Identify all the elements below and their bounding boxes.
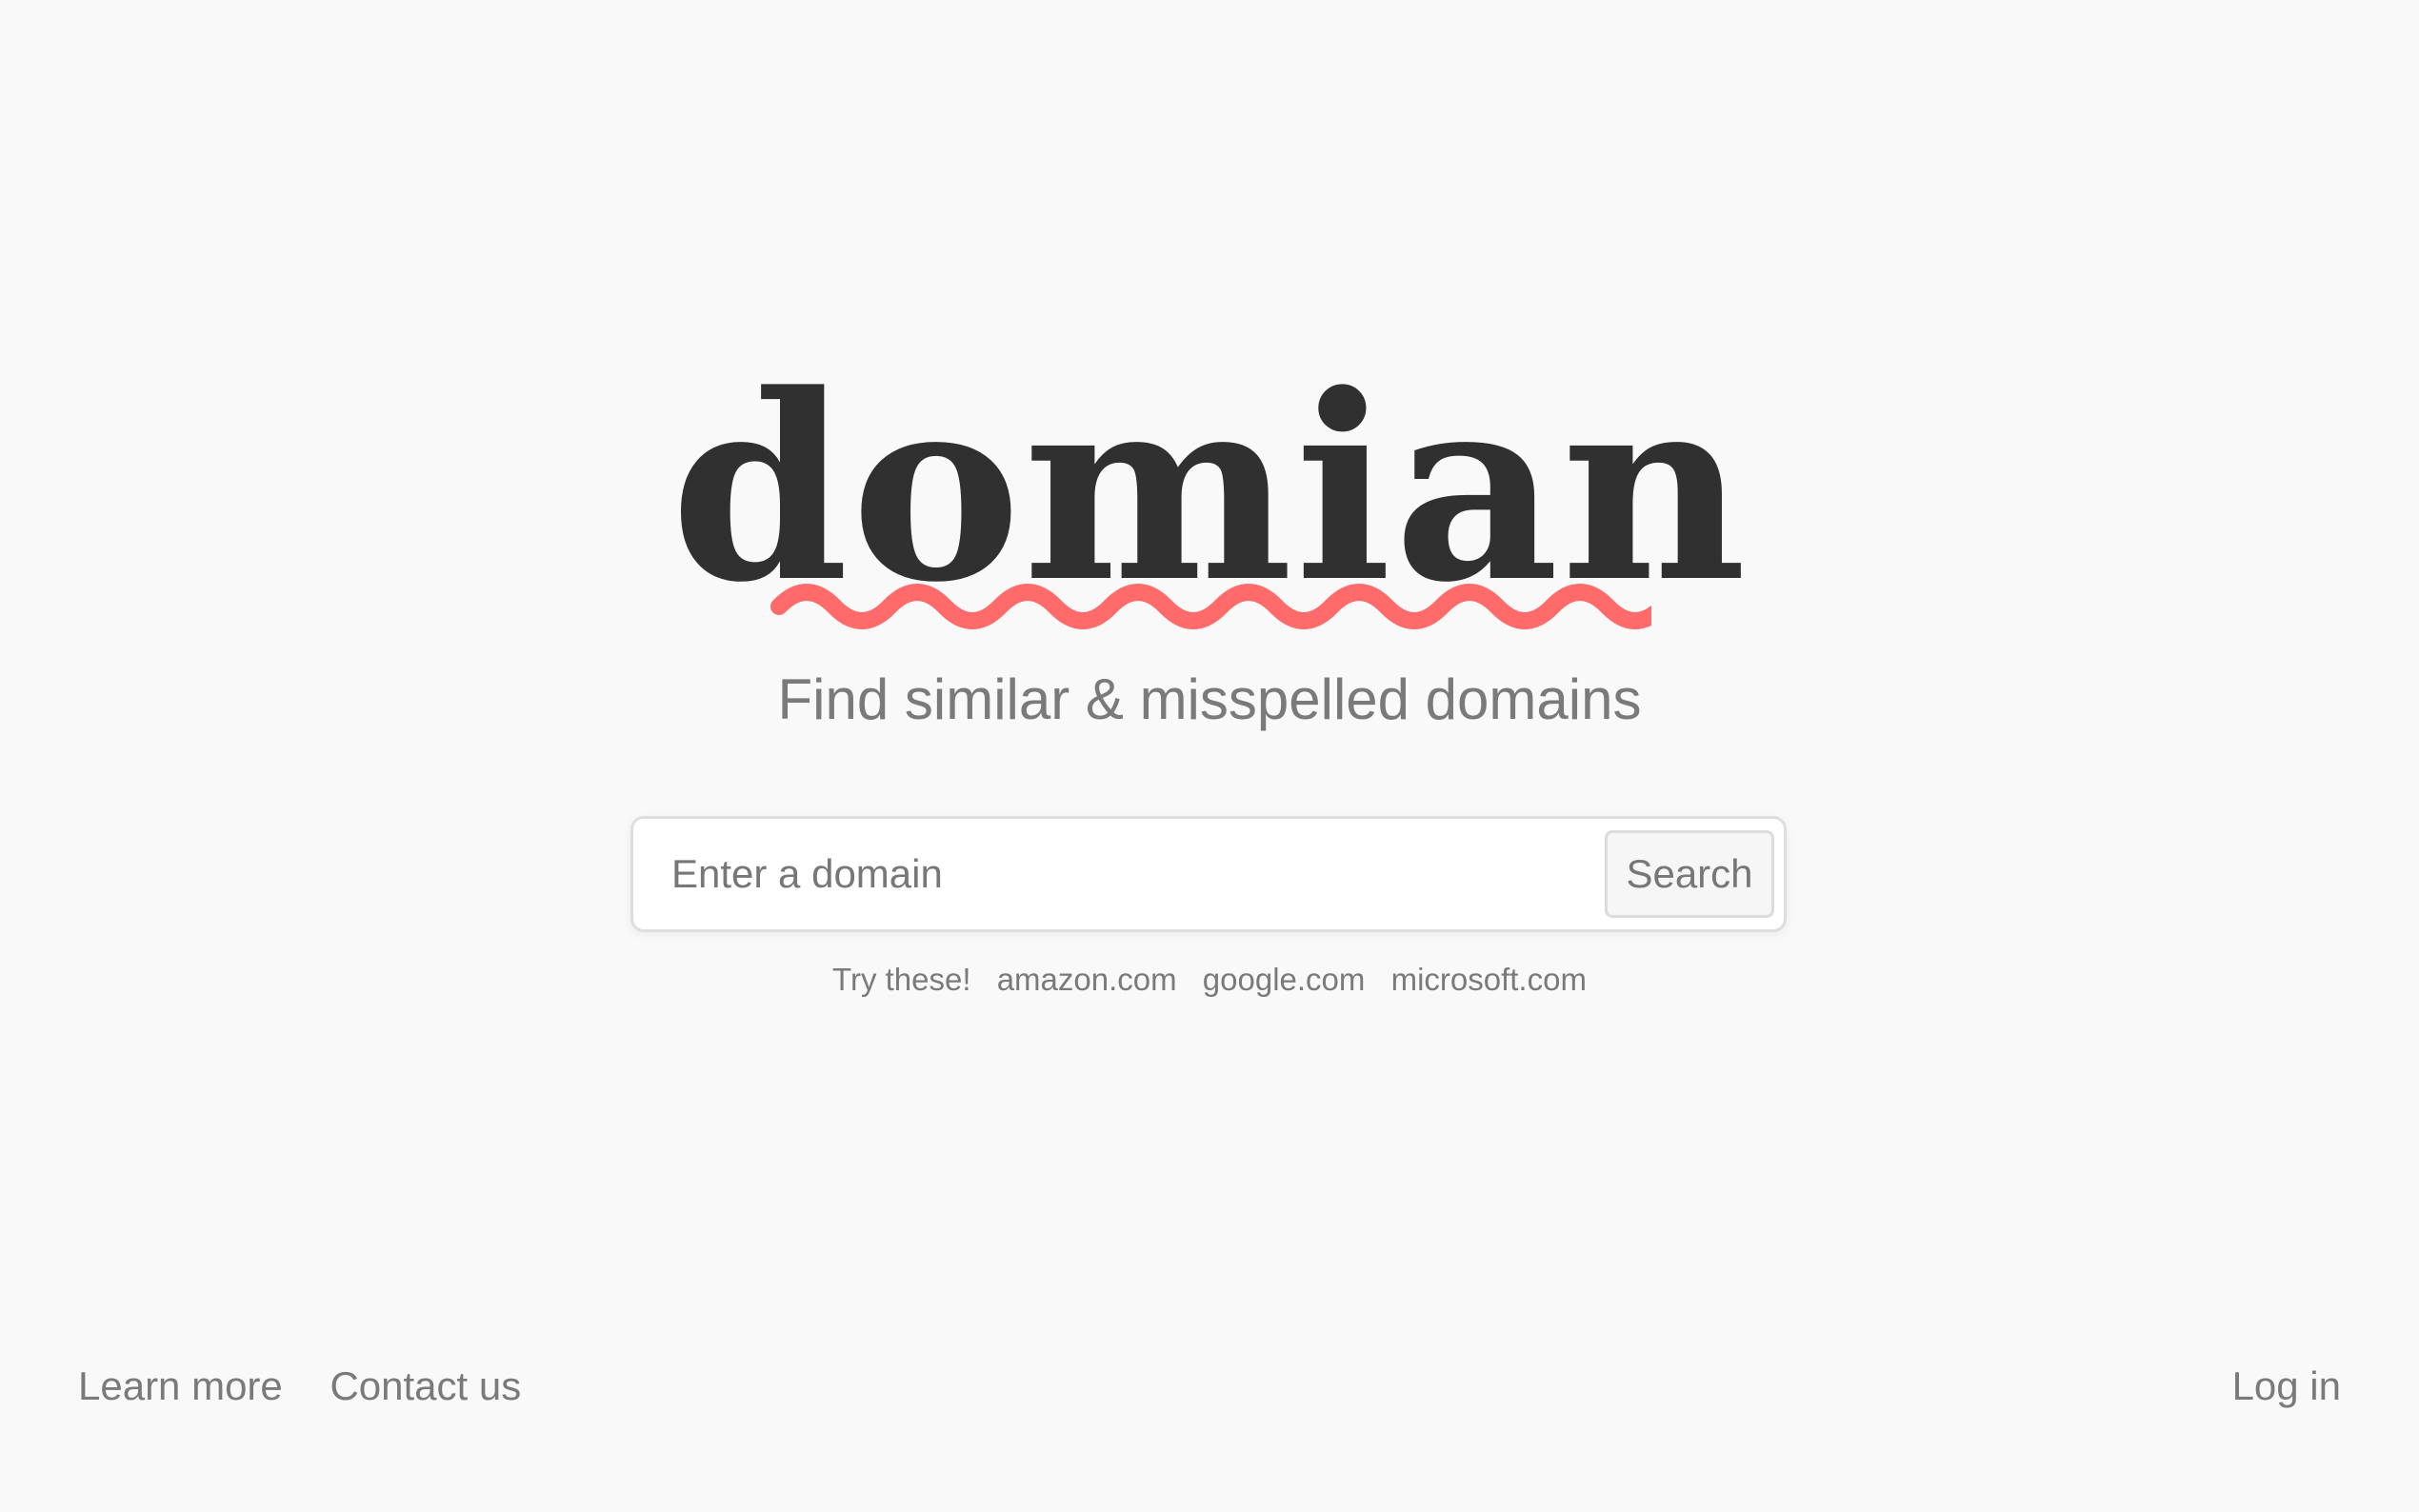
search-button[interactable]: Search bbox=[1605, 830, 1774, 918]
suggestion-link-microsoft[interactable]: microsoft.com bbox=[1391, 962, 1587, 997]
log-in-link[interactable]: Log in bbox=[2232, 1363, 2341, 1408]
learn-more-link[interactable]: Learn more bbox=[78, 1363, 283, 1408]
suggestions-label: Try these! bbox=[832, 962, 971, 997]
domain-search-input[interactable] bbox=[671, 819, 1605, 929]
tagline: Find similar & misspelled domains bbox=[777, 667, 1642, 731]
footer-nav-right: Log in bbox=[2232, 1363, 2341, 1409]
squiggle-underline-icon bbox=[770, 584, 1651, 629]
suggestions: Try these! amazon.com google.com microso… bbox=[0, 962, 2419, 998]
search-box: Search bbox=[630, 816, 1787, 932]
suggestion-link-amazon[interactable]: amazon.com bbox=[997, 962, 1177, 997]
footer-nav-left: Learn more Contact us bbox=[78, 1363, 557, 1409]
contact-us-link[interactable]: Contact us bbox=[330, 1363, 521, 1408]
suggestion-link-google[interactable]: google.com bbox=[1203, 962, 1366, 997]
